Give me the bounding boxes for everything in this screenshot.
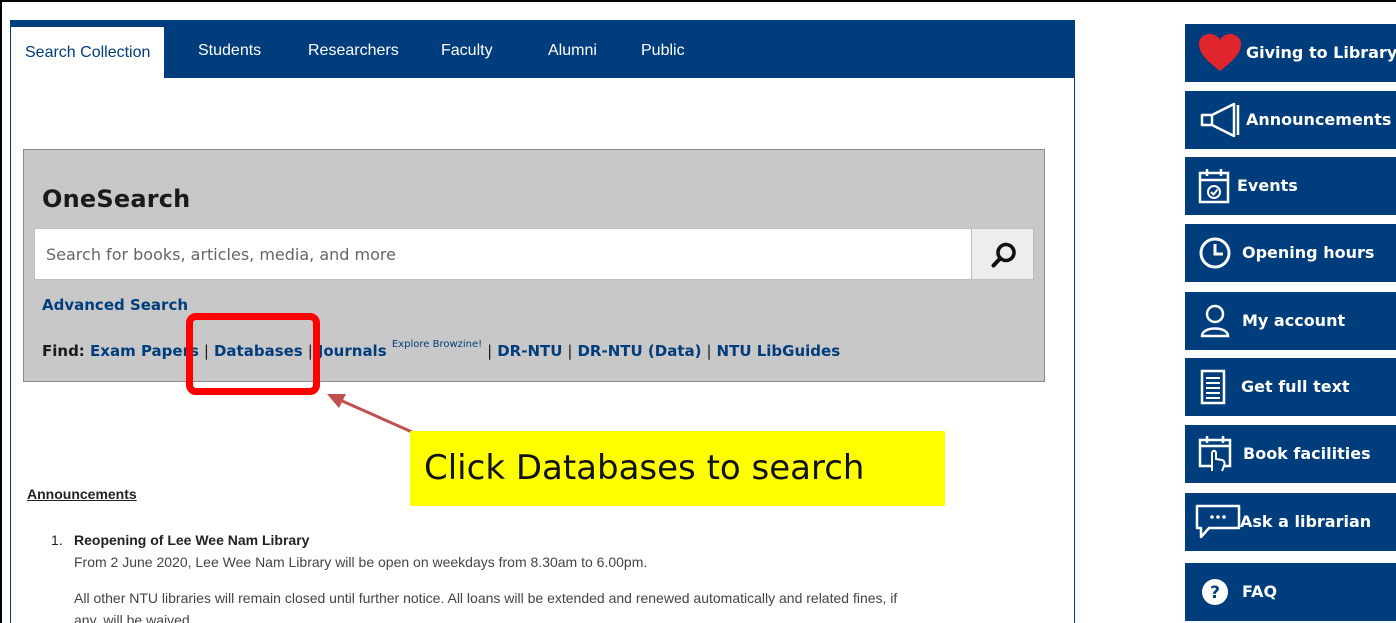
sidebar-faq-button[interactable]: ? FAQ <box>1185 563 1396 621</box>
document-icon <box>1200 358 1226 416</box>
clock-icon <box>1198 224 1232 282</box>
sidebar-my-account-button[interactable]: My account <box>1185 292 1396 350</box>
sidebar-opening-hours-button[interactable]: Opening hours <box>1185 224 1396 282</box>
sidebar-label: Announcements <box>1246 110 1392 129</box>
sidebar-full-text-button[interactable]: Get full text <box>1185 358 1396 416</box>
sidebar-giving-button[interactable]: Giving to Library <box>1185 24 1396 82</box>
calendar-icon <box>1198 157 1230 215</box>
callout-label: Click Databases to search <box>410 431 945 506</box>
sidebar-label: Book facilities <box>1243 444 1371 463</box>
sidebar-label: Giving to Library <box>1246 43 1396 62</box>
sidebar-label: Get full text <box>1241 377 1350 396</box>
question-icon: ? <box>1200 563 1230 621</box>
sidebar-label: My account <box>1242 311 1346 330</box>
sidebar-announcements-button[interactable]: Announcements <box>1185 91 1396 149</box>
chat-icon <box>1195 493 1241 551</box>
sidebar-label: Events <box>1237 176 1298 195</box>
sidebar-label: FAQ <box>1242 582 1278 601</box>
sidebar-events-button[interactable]: Events <box>1185 157 1396 215</box>
sidebar-label: Opening hours <box>1242 243 1375 262</box>
sidebar-label: Ask a librarian <box>1240 512 1372 531</box>
sidebar-book-facilities-button[interactable]: Book facilities <box>1185 425 1396 483</box>
sidebar-ask-librarian-button[interactable]: Ask a librarian <box>1185 493 1396 551</box>
heart-icon <box>1198 24 1242 82</box>
svg-text:?: ? <box>1210 583 1220 603</box>
megaphone-icon <box>1198 91 1244 149</box>
user-icon <box>1200 292 1230 350</box>
booking-calendar-icon <box>1198 425 1232 483</box>
